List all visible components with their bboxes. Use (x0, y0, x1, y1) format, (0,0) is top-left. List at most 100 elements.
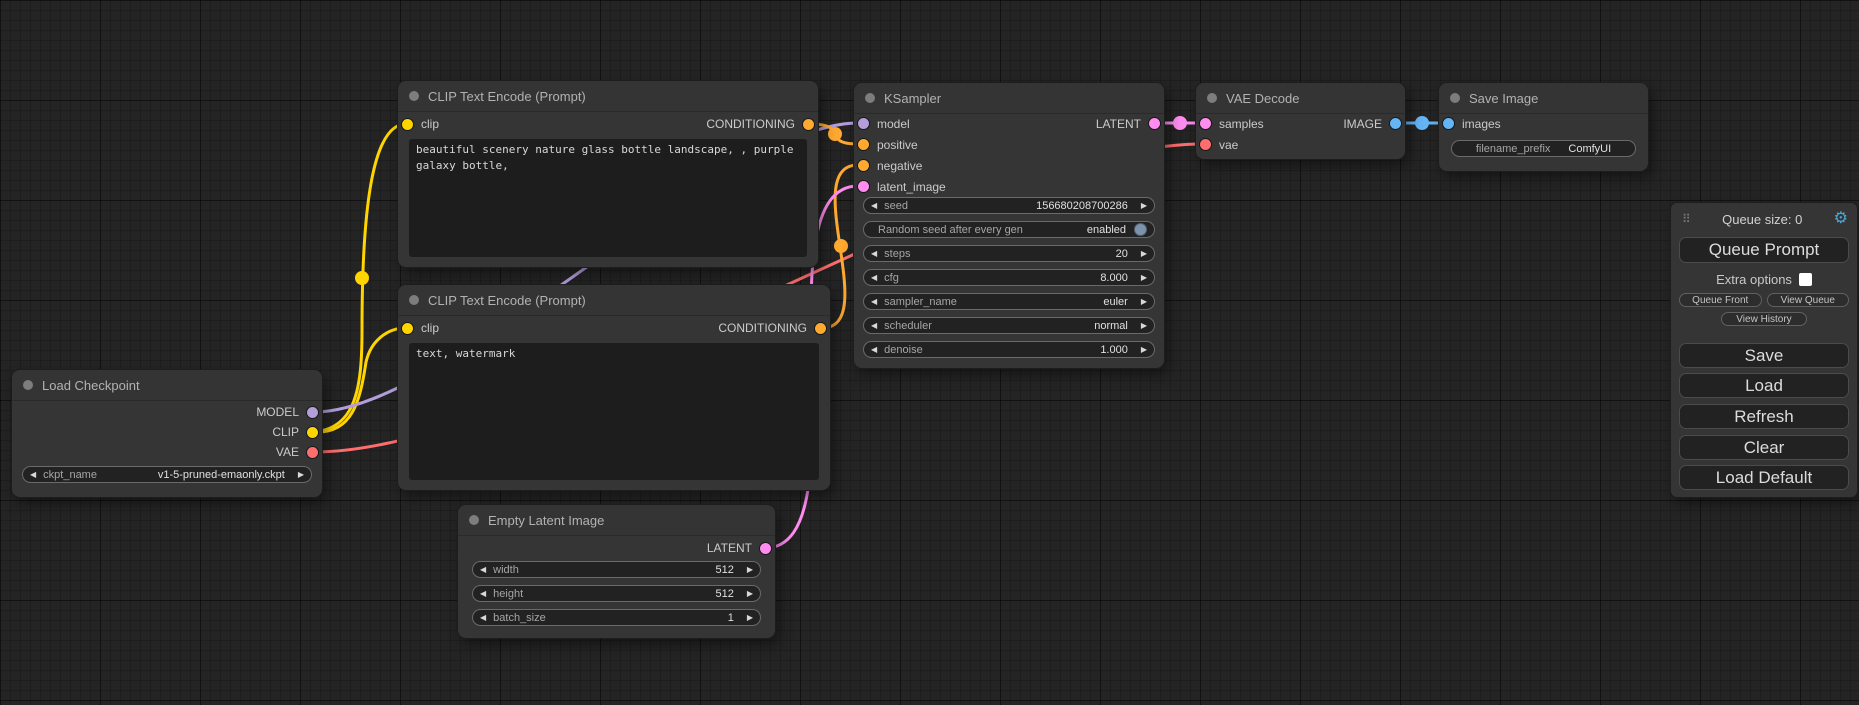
widget-value: euler (1103, 296, 1127, 308)
collapse-dot-icon[interactable] (409, 295, 419, 305)
latent-output-port[interactable] (1149, 118, 1160, 129)
node-graph-canvas[interactable]: Load Checkpoint MODEL CLIP VAE ◀ ckpt_na… (0, 0, 1859, 705)
samples-input-port[interactable] (1200, 118, 1211, 129)
prompt-textarea[interactable]: text, watermark (409, 343, 819, 480)
decrement-arrow-icon[interactable]: ◀ (871, 346, 877, 354)
queue-front-button[interactable]: Queue Front (1679, 293, 1762, 307)
vae-output-label: VAE (276, 445, 299, 459)
increment-arrow-icon[interactable]: ▶ (747, 566, 753, 574)
increment-arrow-icon[interactable]: ▶ (1141, 346, 1147, 354)
vae-input-port[interactable] (1200, 139, 1211, 150)
node-titlebar[interactable]: Load Checkpoint (12, 370, 322, 401)
widget-ckpt-name[interactable]: ◀ ckpt_name v1-5-pruned-emaonly.ckpt ▶ (22, 466, 312, 483)
widget-scheduler[interactable]: ◀ scheduler normal ▶ (863, 317, 1155, 334)
decrement-arrow-icon[interactable]: ◀ (871, 250, 877, 258)
decrement-arrow-icon[interactable]: ◀ (30, 471, 36, 479)
widget-label: height (493, 588, 523, 600)
node-vae-decode[interactable]: VAE Decode samples vae IMAGE (1196, 83, 1405, 159)
node-titlebar[interactable]: Empty Latent Image (458, 505, 775, 536)
toggle-circle-icon[interactable] (1134, 223, 1147, 236)
increment-arrow-icon[interactable]: ▶ (1141, 322, 1147, 330)
widget-filename-prefix[interactable]: filename_prefix ComfyUI (1451, 140, 1636, 157)
node-save-image[interactable]: Save Image images filename_prefix ComfyU… (1439, 83, 1648, 171)
view-history-button[interactable]: View History (1721, 312, 1807, 326)
increment-arrow-icon[interactable]: ▶ (298, 471, 304, 479)
decrement-arrow-icon[interactable]: ◀ (871, 322, 877, 330)
decrement-arrow-icon[interactable]: ◀ (871, 298, 877, 306)
widget-label: ckpt_name (43, 469, 97, 481)
images-input-label: images (1462, 117, 1501, 131)
conditioning-output-port[interactable] (803, 119, 814, 130)
increment-arrow-icon[interactable]: ▶ (747, 614, 753, 622)
widget-value: 1.000 (1100, 344, 1128, 356)
queue-prompt-button[interactable]: Queue Prompt (1679, 237, 1849, 263)
widget-random-seed-toggle[interactable]: Random seed after every gen enabled (863, 221, 1155, 238)
collapse-dot-icon[interactable] (865, 93, 875, 103)
positive-input-port[interactable] (858, 139, 869, 150)
node-titlebar[interactable]: CLIP Text Encode (Prompt) (398, 81, 818, 112)
node-clip-text-encode-positive[interactable]: CLIP Text Encode (Prompt) clip CONDITION… (398, 81, 818, 267)
node-empty-latent-image[interactable]: Empty Latent Image LATENT ◀ width 512 ▶ … (458, 505, 775, 638)
collapse-dot-icon[interactable] (1207, 93, 1217, 103)
view-queue-button[interactable]: View Queue (1767, 293, 1850, 307)
increment-arrow-icon[interactable]: ▶ (1141, 202, 1147, 210)
save-button[interactable]: Save (1679, 343, 1849, 368)
prompt-textarea[interactable]: beautiful scenery nature glass bottle la… (409, 139, 807, 257)
refresh-button[interactable]: Refresh (1679, 404, 1849, 429)
widget-label: steps (884, 248, 910, 260)
widget-label: batch_size (493, 612, 546, 624)
drag-handle-icon[interactable]: ⠿ (1682, 213, 1691, 225)
images-input-port[interactable] (1443, 118, 1454, 129)
increment-arrow-icon[interactable]: ▶ (1141, 298, 1147, 306)
increment-arrow-icon[interactable]: ▶ (1141, 250, 1147, 258)
node-title: CLIP Text Encode (Prompt) (428, 293, 586, 308)
widget-cfg[interactable]: ◀ cfg 8.000 ▶ (863, 269, 1155, 286)
clip-output-port[interactable] (307, 427, 318, 438)
widget-height[interactable]: ◀ height 512 ▶ (472, 585, 761, 602)
increment-arrow-icon[interactable]: ▶ (747, 590, 753, 598)
negative-input-label: negative (877, 159, 922, 173)
decrement-arrow-icon[interactable]: ◀ (480, 614, 486, 622)
vae-output-port[interactable] (307, 447, 318, 458)
node-load-checkpoint[interactable]: Load Checkpoint MODEL CLIP VAE ◀ ckpt_na… (12, 370, 322, 497)
node-ksampler[interactable]: KSampler model positive negative latent_… (854, 83, 1164, 368)
node-clip-text-encode-negative[interactable]: CLIP Text Encode (Prompt) clip CONDITION… (398, 285, 830, 490)
vae-input-label: vae (1219, 138, 1238, 152)
model-output-port[interactable] (307, 407, 318, 418)
image-output-port[interactable] (1390, 118, 1401, 129)
node-titlebar[interactable]: Save Image (1439, 83, 1648, 114)
widget-steps[interactable]: ◀ steps 20 ▶ (863, 245, 1155, 262)
node-titlebar[interactable]: CLIP Text Encode (Prompt) (398, 285, 830, 316)
conditioning-output-port[interactable] (815, 323, 826, 334)
collapse-dot-icon[interactable] (469, 515, 479, 525)
widget-seed[interactable]: ◀ seed 156680208700286 ▶ (863, 197, 1155, 214)
decrement-arrow-icon[interactable]: ◀ (871, 202, 877, 210)
collapse-dot-icon[interactable] (23, 380, 33, 390)
collapse-dot-icon[interactable] (1450, 93, 1460, 103)
decrement-arrow-icon[interactable]: ◀ (480, 566, 486, 574)
gear-icon[interactable]: ⚙ (1834, 211, 1848, 227)
widget-value: 512 (715, 588, 733, 600)
extra-options-checkbox[interactable] (1799, 273, 1812, 286)
decrement-arrow-icon[interactable]: ◀ (871, 274, 877, 282)
load-default-button[interactable]: Load Default (1679, 465, 1849, 490)
clip-input-port[interactable] (402, 119, 413, 130)
widget-denoise[interactable]: ◀ denoise 1.000 ▶ (863, 341, 1155, 358)
clear-button[interactable]: Clear (1679, 435, 1849, 460)
node-title: Empty Latent Image (488, 513, 604, 528)
load-button[interactable]: Load (1679, 373, 1849, 398)
model-input-port[interactable] (858, 118, 869, 129)
node-titlebar[interactable]: VAE Decode (1196, 83, 1405, 114)
node-titlebar[interactable]: KSampler (854, 83, 1164, 114)
increment-arrow-icon[interactable]: ▶ (1141, 274, 1147, 282)
widget-width[interactable]: ◀ width 512 ▶ (472, 561, 761, 578)
negative-input-port[interactable] (858, 160, 869, 171)
widget-batch-size[interactable]: ◀ batch_size 1 ▶ (472, 609, 761, 626)
collapse-dot-icon[interactable] (409, 91, 419, 101)
clip-input-port[interactable] (402, 323, 413, 334)
samples-input-label: samples (1219, 117, 1264, 131)
latent-output-port[interactable] (760, 543, 771, 554)
decrement-arrow-icon[interactable]: ◀ (480, 590, 486, 598)
widget-sampler-name[interactable]: ◀ sampler_name euler ▶ (863, 293, 1155, 310)
latent-image-input-port[interactable] (858, 181, 869, 192)
